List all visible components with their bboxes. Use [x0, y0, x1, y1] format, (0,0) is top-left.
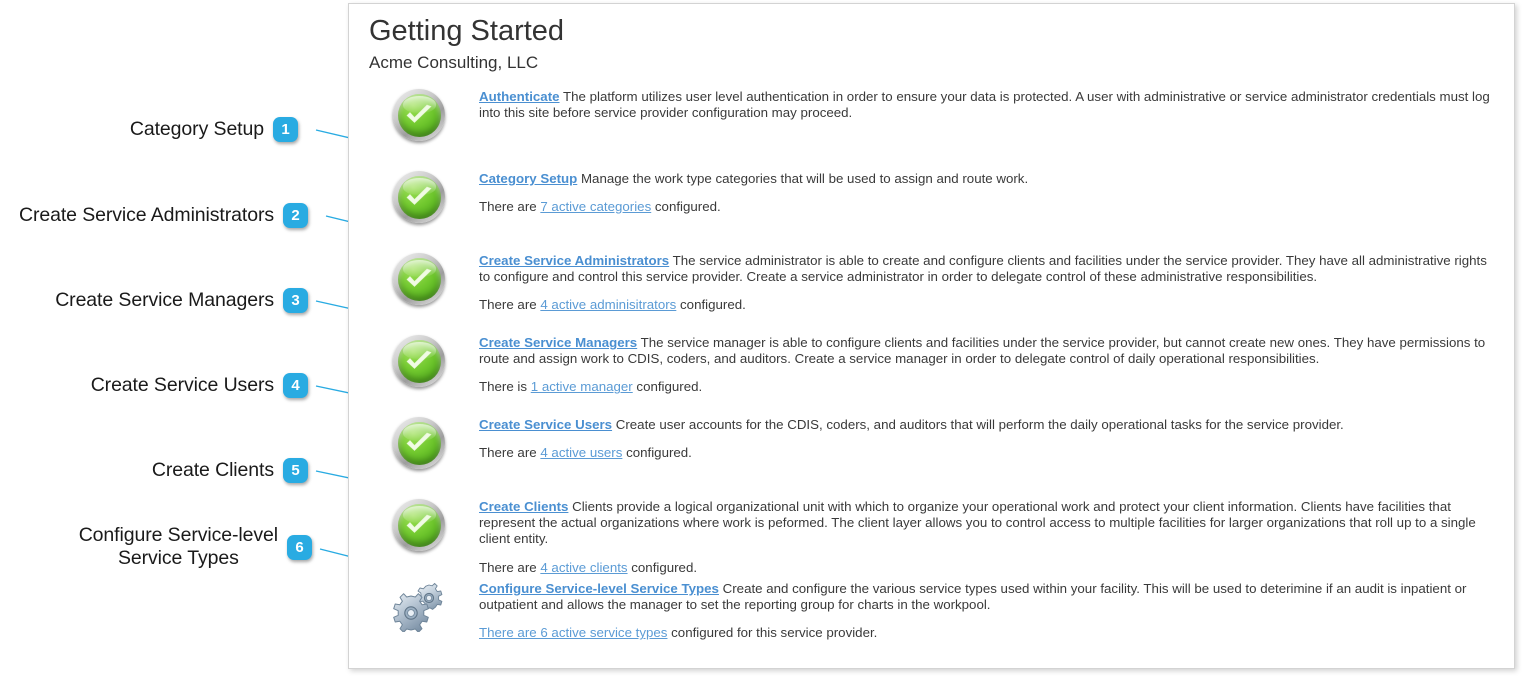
step-row: Create Service Administrators The servic…: [359, 251, 1500, 333]
step-link[interactable]: Configure Service-level Service Types: [479, 581, 719, 596]
count-link[interactable]: There are 6 active service types: [479, 625, 667, 640]
step-link[interactable]: Create Clients: [479, 499, 568, 514]
getting-started-panel: Getting Started Acme Consulting, LLC Aut…: [348, 3, 1515, 669]
step-icon-cell: [359, 169, 479, 223]
step-row: Create Clients Clients provide a logical…: [359, 497, 1500, 579]
count-suffix: configured.: [622, 445, 692, 461]
count-prefix: There are: [479, 199, 541, 215]
count-link[interactable]: 4 active users: [540, 445, 622, 460]
page-title: Getting Started: [369, 15, 565, 47]
page-subtitle: Acme Consulting, LLC: [369, 53, 539, 73]
count-suffix: configured.: [651, 199, 721, 215]
step-count: There are 4 active users configured.: [479, 445, 1492, 461]
step-icon-cell: [359, 87, 479, 141]
step-row: Create Service Managers The service mana…: [359, 333, 1500, 415]
step-body: Authenticate The platform utilizes user …: [479, 87, 1500, 121]
annotation-badge: 5: [283, 458, 308, 483]
step-icon-cell: [359, 579, 479, 633]
step-row: Create Service Users Create user account…: [359, 415, 1500, 497]
step-link[interactable]: Authenticate: [479, 89, 560, 104]
step-description: Configure Service-level Service Types Cr…: [479, 581, 1492, 613]
annotation-6: Configure Service-level Service Types 6: [40, 524, 312, 570]
annotation-badge: 4: [283, 373, 308, 398]
count-prefix: There are: [479, 559, 541, 575]
count-link[interactable]: 1 active manager: [531, 379, 633, 394]
step-link[interactable]: Create Service Users: [479, 417, 612, 432]
step-row: Configure Service-level Service Types Cr…: [359, 579, 1500, 661]
annotation-label: Create Clients: [151, 459, 274, 481]
green-check-icon: [393, 499, 445, 551]
step-count: There are 4 active clients configured.: [479, 560, 1492, 576]
step-description-text: Manage the work type categories that wil…: [577, 171, 1029, 186]
step-body: Create Service Managers The service mana…: [479, 333, 1500, 396]
step-body: Configure Service-level Service Types Cr…: [479, 579, 1500, 642]
annotation-label: Create Service Administrators: [18, 204, 274, 226]
gears-icon: [389, 581, 449, 633]
step-count: There is 1 active manager configured.: [479, 379, 1492, 395]
annotation-3: Create Service Managers 3: [40, 288, 308, 313]
annotation-badge: 6: [287, 534, 312, 560]
step-count: There are 6 active service types configu…: [479, 625, 1492, 641]
green-check-icon: [393, 89, 445, 141]
count-suffix: configured for this service provider.: [667, 625, 878, 641]
step-body: Create Service Administrators The servic…: [479, 251, 1500, 314]
annotation-1: Category Setup 1: [60, 117, 298, 142]
count-suffix: configured.: [627, 559, 698, 575]
steps-list: Authenticate The platform utilizes user …: [359, 87, 1500, 661]
count-link[interactable]: 4 active adminisitrators: [540, 297, 676, 312]
annotation-badge: 3: [283, 288, 308, 313]
step-icon-cell: [359, 333, 479, 387]
screenshot-root: Category Setup 1 Create Service Administ…: [0, 0, 1523, 683]
count-prefix: There are: [479, 445, 541, 461]
annotation-label: Create Service Managers: [55, 289, 274, 311]
step-description: Create Service Users Create user account…: [479, 417, 1492, 433]
step-row: Authenticate The platform utilizes user …: [359, 87, 1500, 169]
step-description-text: Clients provide a logical organizational…: [479, 499, 1476, 547]
step-link[interactable]: Category Setup: [479, 171, 577, 186]
count-link[interactable]: 4 active clients: [540, 560, 627, 575]
step-body: Category Setup Manage the work type cate…: [479, 169, 1500, 215]
annotation-2: Create Service Administrators 2: [0, 203, 308, 228]
step-link[interactable]: Create Service Managers: [479, 335, 637, 350]
count-suffix: configured.: [676, 297, 746, 313]
annotation-label: Category Setup: [129, 118, 264, 140]
step-count: There are 4 active adminisitrators confi…: [479, 297, 1492, 313]
annotation-label: Create Service Users: [90, 374, 274, 396]
green-check-icon: [393, 171, 445, 223]
green-check-icon: [393, 335, 445, 387]
step-count: There are 7 active categories configured…: [479, 199, 1492, 215]
step-icon-cell: [359, 251, 479, 305]
step-icon-cell: [359, 497, 479, 551]
annotation-5: Create Clients 5: [100, 458, 308, 483]
step-description: Category Setup Manage the work type cate…: [479, 171, 1492, 187]
step-row: Category Setup Manage the work type cate…: [359, 169, 1500, 251]
annotation-badge: 2: [283, 203, 308, 228]
step-description-text: Create user accounts for the CDIS, coder…: [612, 417, 1344, 432]
step-body: Create Service Users Create user account…: [479, 415, 1500, 461]
annotation-label: Configure Service-level Service Types: [78, 524, 278, 569]
green-check-icon: [393, 253, 445, 305]
step-icon-cell: [359, 415, 479, 469]
annotation-4: Create Service Users 4: [60, 373, 308, 398]
step-link[interactable]: Create Service Administrators: [479, 253, 669, 268]
step-description: Create Service Managers The service mana…: [479, 335, 1492, 367]
annotation-badge: 1: [273, 117, 298, 142]
count-prefix: There are: [479, 297, 541, 313]
step-body: Create Clients Clients provide a logical…: [479, 497, 1500, 576]
count-prefix: There is: [479, 379, 531, 395]
step-description: Create Clients Clients provide a logical…: [479, 499, 1492, 548]
count-suffix: configured.: [632, 379, 703, 395]
step-description: Authenticate The platform utilizes user …: [479, 89, 1492, 121]
count-link[interactable]: 7 active categories: [540, 199, 651, 214]
green-check-icon: [393, 417, 445, 469]
step-description-text: The platform utilizes user level authent…: [479, 89, 1490, 121]
step-description: Create Service Administrators The servic…: [479, 253, 1492, 285]
